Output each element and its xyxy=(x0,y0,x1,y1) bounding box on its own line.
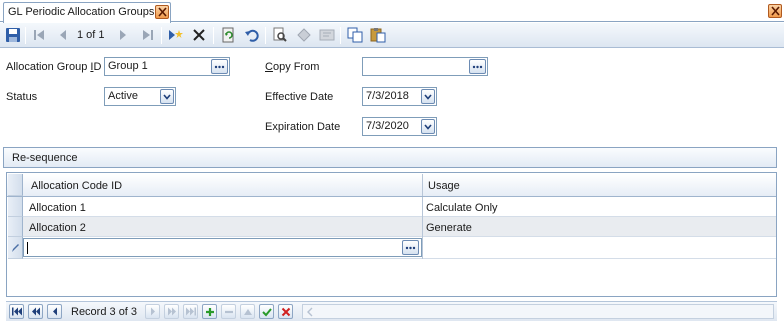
table-row[interactable]: Allocation 1 Calculate Only xyxy=(23,197,776,217)
nav-cancel-button[interactable] xyxy=(278,304,293,319)
allocation-group-id-label: Allocation Group ID xyxy=(6,61,102,73)
fast-forward-icon xyxy=(168,307,176,316)
triangle-up-icon xyxy=(244,309,252,315)
effective-date-label: Effective Date xyxy=(265,91,334,103)
delete-icon[interactable] xyxy=(191,27,207,43)
chevron-down-icon xyxy=(424,94,432,100)
allocation-group-id-lookup-button[interactable] xyxy=(211,59,228,74)
plus-icon xyxy=(206,308,214,316)
pencil-icon xyxy=(12,244,19,252)
minus-icon xyxy=(225,310,233,314)
record-position: 1 of 1 xyxy=(77,29,105,41)
status-dropdown-button[interactable] xyxy=(160,89,174,104)
new-row-selector[interactable] xyxy=(8,237,23,259)
previous-record-icon[interactable] xyxy=(55,27,71,43)
chevron-down-icon xyxy=(424,124,432,130)
row-selector[interactable] xyxy=(8,197,23,217)
toolbar: 1 of 1 xyxy=(0,23,784,48)
nav-first-button[interactable] xyxy=(9,304,24,319)
tab-strip: GL Periodic Allocation Groups xyxy=(0,0,784,23)
check-icon xyxy=(262,308,272,317)
ellipsis-icon xyxy=(214,65,225,69)
column-header-usage[interactable]: Usage xyxy=(428,180,460,192)
expiration-date-label: Expiration Date xyxy=(265,121,341,133)
previous-icon xyxy=(53,307,57,316)
record-counter: Record 3 of 3 xyxy=(71,306,138,318)
header-row-selector xyxy=(8,174,23,196)
nav-previous-page-button[interactable] xyxy=(28,304,43,319)
window-close-button[interactable] xyxy=(768,4,782,18)
expiration-date-dropdown-button[interactable] xyxy=(421,119,435,134)
usage-cell[interactable]: Generate xyxy=(426,222,472,234)
nav-next-page-button[interactable] xyxy=(164,304,179,319)
attach-icon[interactable] xyxy=(296,27,312,43)
effective-date-dropdown-button[interactable] xyxy=(421,89,435,104)
allocation-group-id-field[interactable]: Group 1 xyxy=(104,57,230,76)
next-record-icon[interactable] xyxy=(115,27,131,43)
tab-close-button[interactable] xyxy=(155,5,169,19)
row-selector[interactable] xyxy=(8,217,23,237)
tab-gl-periodic-allocation-groups[interactable]: GL Periodic Allocation Groups xyxy=(3,2,171,23)
copy-icon[interactable] xyxy=(347,27,363,43)
usage-cell[interactable]: Calculate Only xyxy=(426,202,498,214)
nav-add-button[interactable] xyxy=(202,304,217,319)
chevron-down-icon xyxy=(163,94,171,100)
undo-icon[interactable] xyxy=(244,27,260,43)
ellipsis-icon xyxy=(405,246,416,250)
copy-from-label: Copy From xyxy=(265,61,320,73)
resequence-button[interactable]: Re-sequence xyxy=(3,147,777,168)
column-header-allocation-code-id[interactable]: Allocation Code ID xyxy=(31,180,122,192)
last-record-icon[interactable] xyxy=(140,27,156,43)
nav-last-button[interactable] xyxy=(183,304,198,319)
close-icon xyxy=(771,6,780,16)
cancel-icon xyxy=(281,307,291,317)
allocation-codes-grid: Allocation Code ID Usage Allocation 1 Ca… xyxy=(6,172,777,297)
nav-edit-button[interactable] xyxy=(240,304,255,319)
allocation-code-lookup-button[interactable] xyxy=(402,240,419,255)
status-label: Status xyxy=(6,91,38,103)
grid-header: Allocation Code ID Usage xyxy=(7,174,776,197)
rewind-icon xyxy=(32,307,40,316)
allocation-group-id-value: Group 1 xyxy=(108,60,148,72)
text-cursor xyxy=(27,242,28,254)
nav-previous-button[interactable] xyxy=(47,304,62,319)
allocation-code-id-cell[interactable]: Allocation 2 xyxy=(29,222,86,234)
expiration-date-field[interactable]: 7/3/2020 xyxy=(362,117,437,136)
new-record-icon[interactable] xyxy=(167,27,183,43)
last-icon xyxy=(186,307,196,316)
print-preview-icon[interactable] xyxy=(272,27,288,43)
nav-remove-button[interactable] xyxy=(221,304,236,319)
ellipsis-icon xyxy=(472,65,483,69)
next-icon xyxy=(151,307,155,316)
table-row[interactable]: Allocation 2 Generate xyxy=(23,217,776,237)
expiration-date-value: 7/3/2020 xyxy=(366,120,409,132)
allocation-code-id-cell[interactable]: Allocation 1 xyxy=(29,202,86,214)
horizontal-scrollbar[interactable] xyxy=(302,304,774,319)
copy-from-field[interactable] xyxy=(362,57,488,76)
paste-icon[interactable] xyxy=(370,27,386,43)
effective-date-field[interactable]: 7/3/2018 xyxy=(362,87,437,106)
save-icon[interactable] xyxy=(5,27,21,43)
close-icon xyxy=(158,7,167,17)
status-select[interactable]: Active xyxy=(104,87,176,106)
status-value: Active xyxy=(108,90,138,102)
new-allocation-code-id-input[interactable] xyxy=(23,238,422,257)
nav-save-button[interactable] xyxy=(259,304,274,319)
resequence-label: Re-sequence xyxy=(12,152,78,164)
new-row[interactable] xyxy=(23,237,776,259)
nav-next-button[interactable] xyxy=(145,304,160,319)
scroll-left-icon[interactable] xyxy=(306,307,314,317)
tab-title: GL Periodic Allocation Groups xyxy=(8,6,155,18)
notes-icon[interactable] xyxy=(319,27,335,43)
refresh-icon[interactable] xyxy=(220,27,236,43)
first-icon xyxy=(12,307,22,316)
effective-date-value: 7/3/2018 xyxy=(366,90,409,102)
copy-from-lookup-button[interactable] xyxy=(469,59,486,74)
record-navigator: Record 3 of 3 xyxy=(6,301,777,321)
first-record-icon[interactable] xyxy=(31,27,47,43)
